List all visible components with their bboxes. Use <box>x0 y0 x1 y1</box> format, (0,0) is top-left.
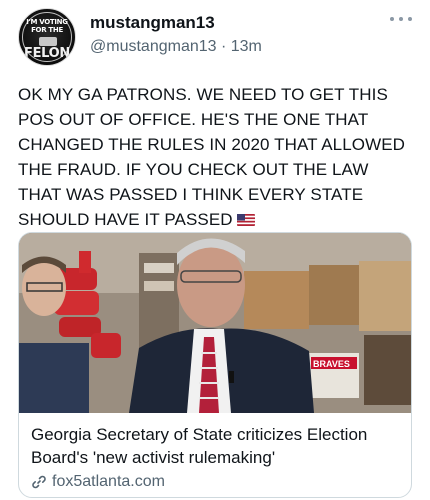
more-dots-icon[interactable] <box>390 12 412 26</box>
avatar-text-line1: I'M VOTING <box>26 18 68 26</box>
us-flag-emoji <box>236 214 255 226</box>
link-icon <box>32 475 46 489</box>
post-text: OK MY GA PATRONS. WE NEED TO GET THIS PO… <box>18 82 412 232</box>
card-image-photo: BRAVES <box>19 233 411 413</box>
handle-row: @mustangman13 · 13m <box>90 38 262 56</box>
post-timestamp[interactable]: 13m <box>231 38 262 55</box>
card-title[interactable]: Georgia Secretary of State criticizes El… <box>31 423 403 469</box>
dot <box>408 17 412 21</box>
avatar[interactable]: I'M VOTING FOR THE FELON <box>18 8 76 66</box>
avatar-text-line3: FELON <box>23 46 70 61</box>
separator: · <box>216 38 231 55</box>
avatar-text-line2: FOR THE <box>31 26 63 34</box>
link-card[interactable]: BRAVES Georgia Secretary of State critic… <box>18 232 412 498</box>
avatar-photo <box>39 37 57 46</box>
author-handle[interactable]: @mustangman13 <box>90 38 217 55</box>
braves-sign: BRAVES <box>313 359 350 369</box>
card-image[interactable]: BRAVES <box>19 233 411 413</box>
dot <box>390 17 394 21</box>
post-body: OK MY GA PATRONS. WE NEED TO GET THIS PO… <box>18 85 406 229</box>
card-domain-text: fox5atlanta.com <box>52 473 165 490</box>
card-domain[interactable]: fox5atlanta.com <box>31 473 165 491</box>
post-header: I'M VOTING FOR THE FELON mustangman13 @m… <box>18 8 412 66</box>
dot <box>399 17 403 21</box>
author-name[interactable]: mustangman13 <box>90 13 215 33</box>
